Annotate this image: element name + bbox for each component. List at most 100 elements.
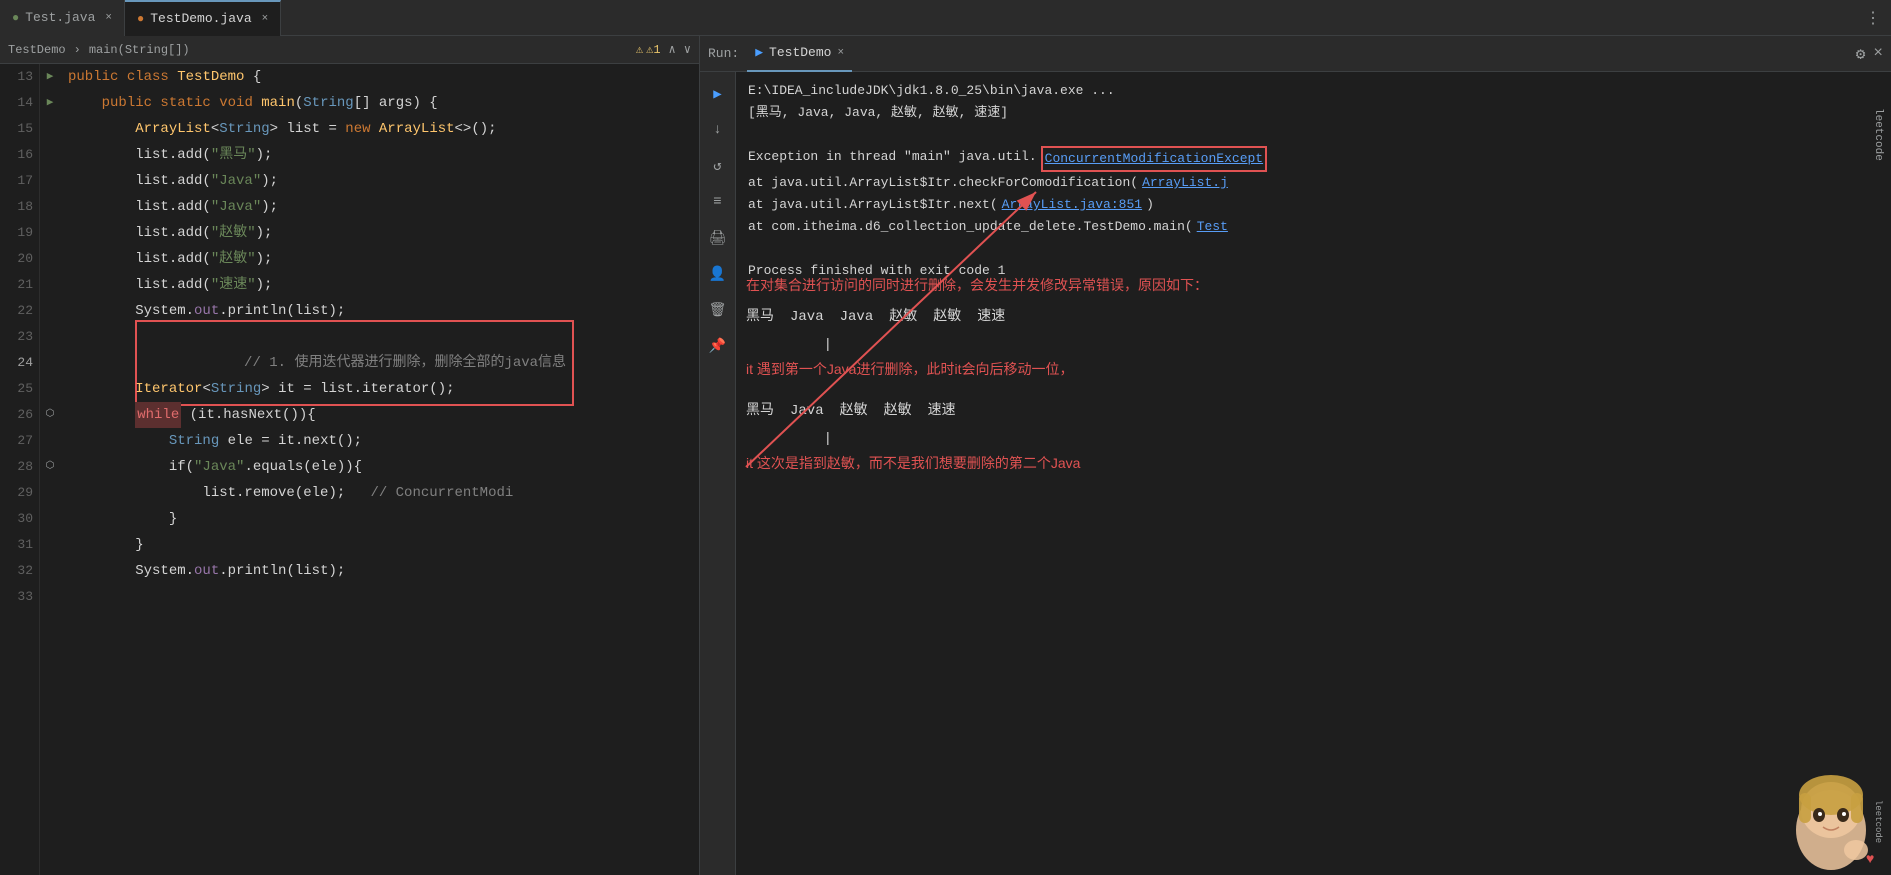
run-tab-label: TestDemo <box>769 45 831 60</box>
plain-14: ( <box>295 90 303 116</box>
gutter-32 <box>40 558 60 584</box>
indent-15 <box>68 116 135 142</box>
side-btn-pin[interactable]: 📌 <box>704 332 732 360</box>
str-21: "速速" <box>211 272 256 298</box>
run-tab[interactable]: ▶ TestDemo × <box>747 36 852 72</box>
exp-list1-java2: Java <box>840 304 874 330</box>
run-tab-close[interactable]: × <box>837 47 844 59</box>
output-trace3-link[interactable]: Test <box>1197 216 1228 238</box>
output-line-blank2 <box>748 238 1879 260</box>
plain-25b: > it = list.iterator(); <box>261 376 454 402</box>
run-output: E:\IDEA_includeJDK\jdk1.8.0_25\bin\java.… <box>736 72 1891 875</box>
line-num-23: 23 <box>6 324 33 350</box>
line-num-24: 24 <box>6 350 33 376</box>
indent-19: list.add( <box>68 220 211 246</box>
plain-28: .equals(ele)){ <box>244 454 362 480</box>
run-toolbar: Run: ▶ TestDemo × ⚙ × <box>700 36 1891 72</box>
str-20: "赵敏" <box>211 246 256 272</box>
side-btn-list[interactable]: ≡ <box>704 188 732 216</box>
gutter-25 <box>40 376 60 402</box>
line-num-16: 16 <box>6 142 33 168</box>
indent-14 <box>68 90 102 116</box>
plain-25a: < <box>202 376 210 402</box>
kw-void-14: void <box>219 90 261 116</box>
gutter-33 <box>40 584 60 610</box>
tab-more-button[interactable]: ⋮ <box>1855 8 1891 28</box>
toolbar-main: main(String[]) <box>89 43 190 57</box>
indent-16: list.add( <box>68 142 211 168</box>
kw-static-14: static <box>160 90 219 116</box>
line-num-13: 13 <box>6 64 33 90</box>
code-line-29: list.remove(ele); // ConcurrentModi <box>68 480 691 506</box>
kw-string-15: String <box>219 116 269 142</box>
exp-list2: 黑马 Java 赵敏 赵敏 速速 <box>746 398 1871 424</box>
code-view: 13 14 15 16 17 18 19 20 21 22 23 24 25 2… <box>0 64 699 875</box>
output-line-data: [黑马, Java, Java, 赵敏, 赵敏, 速速] <box>748 102 1879 124</box>
tab-close-testdemo[interactable]: × <box>262 13 269 25</box>
output-trace2-link[interactable]: ArrayList.java:851 <box>1002 194 1142 216</box>
exp-step1: it 遇到第一个Java进行删除，此时it会向后移动一位， <box>746 356 1871 382</box>
code-line-21: list.add( "速速" ); <box>68 272 691 298</box>
line-num-31: 31 <box>6 532 33 558</box>
plain-brace-13: { <box>253 64 261 90</box>
code-line-20: list.add( "赵敏" ); <box>68 246 691 272</box>
exp-step2: it 这次是指到赵敏，而不是我们想要删除的第二个Java <box>746 450 1871 476</box>
gutter-28: ⬡ <box>40 454 60 480</box>
line-num-21: 21 <box>6 272 33 298</box>
line-num-19: 19 <box>6 220 33 246</box>
side-btn-delete[interactable]: 🗑 <box>704 296 732 324</box>
main-content: TestDemo › main(String[]) ⚠ ⚠1 ∧ ∨ 13 14… <box>0 36 1891 875</box>
line-num-33: 33 <box>6 584 33 610</box>
output-trace1-link[interactable]: ArrayList.j <box>1142 172 1228 194</box>
code-panel: TestDemo › main(String[]) ⚠ ⚠1 ∧ ∨ 13 14… <box>0 36 700 875</box>
warning-icon: ⚠ <box>636 42 643 57</box>
exp-list1-text: 黑马 <box>746 304 774 330</box>
tab-test-java[interactable]: ● Test.java × <box>0 0 125 36</box>
warning-badge: ⚠ ⚠1 <box>636 42 661 57</box>
side-btn-run[interactable]: ▶ <box>704 80 732 108</box>
indent-32a: System. <box>68 558 194 584</box>
code-line-25: Iterator < String > it = list.iterator()… <box>68 376 691 402</box>
side-btn-down[interactable]: ↓ <box>704 116 732 144</box>
cm-24: // 1. 使用迭代器进行删除，删除全部的java信息 <box>244 355 566 371</box>
gutter-13[interactable]: ▶ <box>40 64 60 90</box>
tab-testdemo-java[interactable]: ● TestDemo.java × <box>125 0 281 36</box>
side-btn-print[interactable]: 🖨 <box>704 224 732 252</box>
exp-list2-susu: 速速 <box>928 398 956 424</box>
indent-31a: } <box>68 532 144 558</box>
kw-public-14: public <box>102 90 161 116</box>
arrow-down-btn[interactable]: ∨ <box>684 42 691 57</box>
tab-close-test[interactable]: × <box>105 12 112 24</box>
gutter-22 <box>40 298 60 324</box>
str-17: "Java" <box>211 168 261 194</box>
str-18: "Java" <box>211 194 261 220</box>
side-btn-user[interactable]: 👤 <box>704 260 732 288</box>
output-line-path: E:\IDEA_includeJDK\jdk1.8.0_25\bin\java.… <box>748 80 1879 102</box>
output-trace2-post: ) <box>1146 194 1154 216</box>
exp-list1: 黑马 Java Java 赵敏 赵敏 速速 <box>746 304 1871 330</box>
indent-20: list.add( <box>68 246 211 272</box>
arrow-up-btn[interactable]: ∧ <box>669 42 676 57</box>
plain-21: ); <box>256 272 273 298</box>
close-icon[interactable]: × <box>1873 44 1883 64</box>
output-error-link[interactable]: ConcurrentModificationExcept <box>1041 146 1267 172</box>
exp-list2-hm: 黑马 <box>746 398 774 424</box>
indent-21: list.add( <box>68 272 211 298</box>
plain-18: ); <box>261 194 278 220</box>
side-btn-refresh[interactable]: ↺ <box>704 152 732 180</box>
exp-arrow2: | <box>826 424 1871 450</box>
tab-icon-testdemo: ● <box>137 12 144 26</box>
exp-title: 在对集合进行访问的同时进行删除，会发生并发修改异常错误，原因如下： <box>746 272 1871 298</box>
exp-list1-zhao2: 赵敏 <box>933 304 961 330</box>
gutter-24 <box>40 350 60 376</box>
code-line-24: // 1. 使用迭代器进行删除，删除全部的java信息 <box>68 350 691 376</box>
settings-icon[interactable]: ⚙ <box>1856 44 1866 64</box>
output-error-text: Exception in thread "main" java.util. <box>748 146 1037 168</box>
out-32: out <box>194 558 219 584</box>
kw-string: String <box>303 90 353 116</box>
tab-bar: ● Test.java × ● TestDemo.java × ⋮ <box>0 0 1891 36</box>
output-trace2-pre: at java.util.ArrayList$Itr.next( <box>748 194 998 216</box>
line-num-22: 22 <box>6 298 33 324</box>
gutter-14[interactable]: ▶ <box>40 90 60 116</box>
code-line-13: public class TestDemo { <box>68 64 691 90</box>
